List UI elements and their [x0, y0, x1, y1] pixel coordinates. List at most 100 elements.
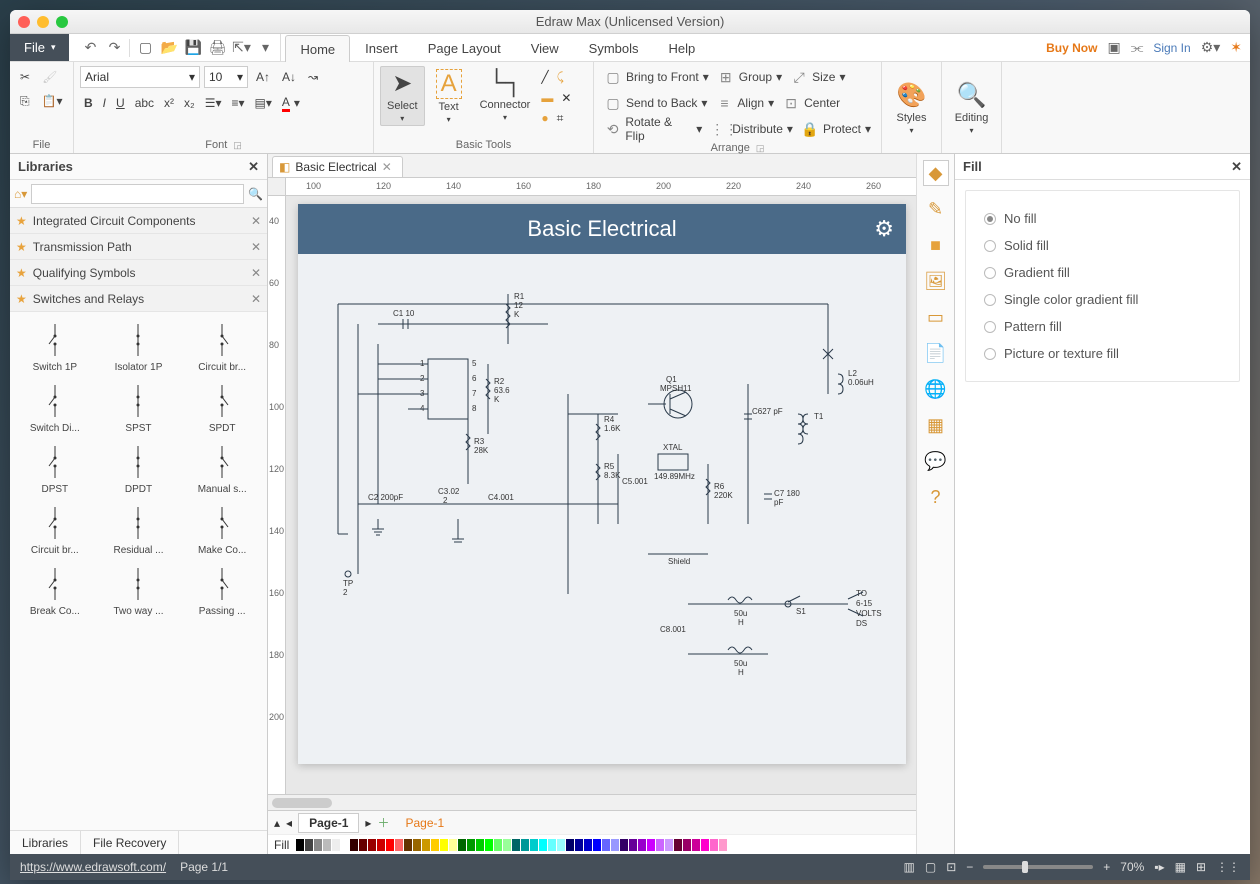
sign-in-link[interactable]: Sign In — [1153, 41, 1190, 55]
status-icon-1[interactable]: ▪▸ — [1154, 860, 1164, 874]
underline-button[interactable]: U — [112, 92, 129, 114]
palette-swatch[interactable] — [458, 839, 466, 851]
page-nav-left[interactable]: ◂ — [286, 816, 292, 830]
palette-swatch[interactable] — [476, 839, 484, 851]
library-shape[interactable]: Two way ... — [98, 562, 180, 619]
palette-swatch[interactable] — [674, 839, 682, 851]
grow-font-button[interactable]: A↑ — [252, 66, 274, 88]
cut-button[interactable]: ✂ — [16, 66, 34, 88]
palette-swatch[interactable] — [620, 839, 628, 851]
palette-swatch[interactable] — [350, 839, 358, 851]
tab-symbols[interactable]: Symbols — [574, 34, 654, 61]
palette-swatch[interactable] — [647, 839, 655, 851]
arc-tool[interactable]: ⤹ — [557, 70, 564, 85]
align-text-button[interactable]: ▤▾ — [251, 92, 276, 114]
library-shape[interactable]: SPDT — [181, 379, 263, 436]
zoom-in-button[interactable]: + — [1103, 860, 1110, 874]
app-logo-icon[interactable]: ✶ — [1230, 39, 1242, 56]
library-shape[interactable]: DPDT — [98, 440, 180, 497]
view-mode-icon[interactable]: ▥ — [904, 860, 915, 874]
curve-text-button[interactable]: ↝ — [304, 66, 322, 88]
palette-swatch[interactable] — [584, 839, 592, 851]
oval-tool[interactable]: ● — [541, 111, 548, 126]
palette-swatch[interactable] — [521, 839, 529, 851]
fit-page-icon[interactable]: ⊡ — [946, 860, 956, 874]
save-button[interactable]: 💾 — [182, 37, 204, 59]
palette-swatch[interactable] — [314, 839, 322, 851]
file-menu[interactable]: File ▾ — [10, 34, 69, 61]
library-shape[interactable]: Isolator 1P — [98, 318, 180, 375]
strike-button[interactable]: abc — [131, 92, 158, 114]
palette-swatch[interactable] — [638, 839, 646, 851]
zoom-out-button[interactable]: − — [966, 860, 973, 874]
rotate-flip-button[interactable]: ⟲Rotate & Flip▾ — [600, 118, 706, 140]
subscript-button[interactable]: x₂ — [180, 92, 199, 114]
status-icon-2[interactable]: ▦ — [1175, 860, 1186, 874]
tab-page-layout[interactable]: Page Layout — [413, 34, 516, 61]
page-settings-icon[interactable]: ⚙ — [874, 216, 894, 242]
font-dialog-launcher[interactable]: ◲ — [233, 140, 242, 151]
font-color-button[interactable]: A▾ — [278, 92, 304, 114]
format-painter-button[interactable]: 🖌 — [38, 66, 61, 88]
new-button[interactable]: ▢ — [134, 37, 156, 59]
palette-swatch[interactable] — [485, 839, 493, 851]
library-search-button[interactable]: 🔍 — [248, 187, 263, 201]
qat-more[interactable]: ▾ — [254, 37, 276, 59]
palette-swatch[interactable] — [449, 839, 457, 851]
redo-button[interactable]: ↷ — [103, 37, 125, 59]
fill-pane-button[interactable]: ◆ — [923, 160, 949, 186]
crop-tool[interactable]: ⌗ — [557, 111, 564, 126]
palette-swatch[interactable] — [359, 839, 367, 851]
superscript-button[interactable]: x² — [160, 92, 178, 114]
page-tab-1[interactable]: Page-1 — [298, 813, 359, 833]
library-shape[interactable]: SPST — [98, 379, 180, 436]
close-window[interactable] — [18, 16, 30, 28]
horizontal-scrollbar[interactable] — [268, 794, 916, 810]
library-category-transmission[interactable]: ★Transmission Path✕ — [10, 234, 267, 260]
comment-pane-button[interactable]: 💬 — [923, 448, 949, 474]
palette-swatch[interactable] — [539, 839, 547, 851]
library-shape[interactable]: Circuit br... — [14, 501, 96, 558]
fill-option[interactable]: Picture or texture fill — [984, 340, 1221, 367]
zoom-slider[interactable] — [983, 865, 1093, 869]
italic-button[interactable]: I — [99, 92, 110, 114]
palette-swatch[interactable] — [665, 839, 673, 851]
palette-swatch[interactable] — [422, 839, 430, 851]
palette-swatch[interactable] — [440, 839, 448, 851]
palette-swatch[interactable] — [296, 839, 304, 851]
group-button[interactable]: ⊞Group▾ — [713, 66, 786, 88]
palette-swatch[interactable] — [701, 839, 709, 851]
library-home-icon[interactable]: ⌂▾ — [14, 187, 27, 201]
rect-tool[interactable]: ▬ — [541, 91, 553, 105]
palette-swatch[interactable] — [629, 839, 637, 851]
protect-button[interactable]: 🔒Protect▾ — [797, 118, 875, 140]
close-fill-panel[interactable]: ✕ — [1231, 159, 1242, 175]
palette-swatch[interactable] — [602, 839, 610, 851]
palette-swatch[interactable] — [323, 839, 331, 851]
align-button[interactable]: ≡Align▾ — [711, 92, 778, 114]
shrink-font-button[interactable]: A↓ — [278, 66, 300, 88]
libraries-tab[interactable]: Libraries — [10, 831, 81, 854]
send-to-back-button[interactable]: ▢Send to Back▾ — [600, 92, 711, 114]
fill-option[interactable]: Single color gradient fill — [984, 286, 1221, 313]
palette-swatch[interactable] — [395, 839, 403, 851]
distribute-button[interactable]: ⋮⋮Distribute▾ — [706, 118, 797, 140]
close-doc-tab[interactable]: ✕ — [382, 160, 392, 174]
palette-swatch[interactable] — [575, 839, 583, 851]
select-tool[interactable]: ➤Select▾ — [380, 66, 425, 126]
page-nav-up[interactable]: ▴ — [274, 816, 280, 830]
file-recovery-tab[interactable]: File Recovery — [81, 831, 179, 854]
line-spacing-button[interactable]: ≡▾ — [228, 92, 249, 114]
maximize-window[interactable] — [56, 16, 68, 28]
close-libraries-button[interactable]: ✕ — [248, 159, 259, 175]
library-shape[interactable]: DPST — [14, 440, 96, 497]
palette-swatch[interactable] — [413, 839, 421, 851]
bold-button[interactable]: B — [80, 92, 97, 114]
tab-help[interactable]: Help — [654, 34, 711, 61]
library-shape[interactable]: Circuit br... — [181, 318, 263, 375]
canvas[interactable]: Basic Electrical ⚙ C1 10 — [286, 196, 916, 794]
palette-swatch[interactable] — [692, 839, 700, 851]
library-category-qualifying[interactable]: ★Qualifying Symbols✕ — [10, 260, 267, 286]
fill-option[interactable]: Gradient fill — [984, 259, 1221, 286]
library-shape[interactable]: Switch Di... — [14, 379, 96, 436]
